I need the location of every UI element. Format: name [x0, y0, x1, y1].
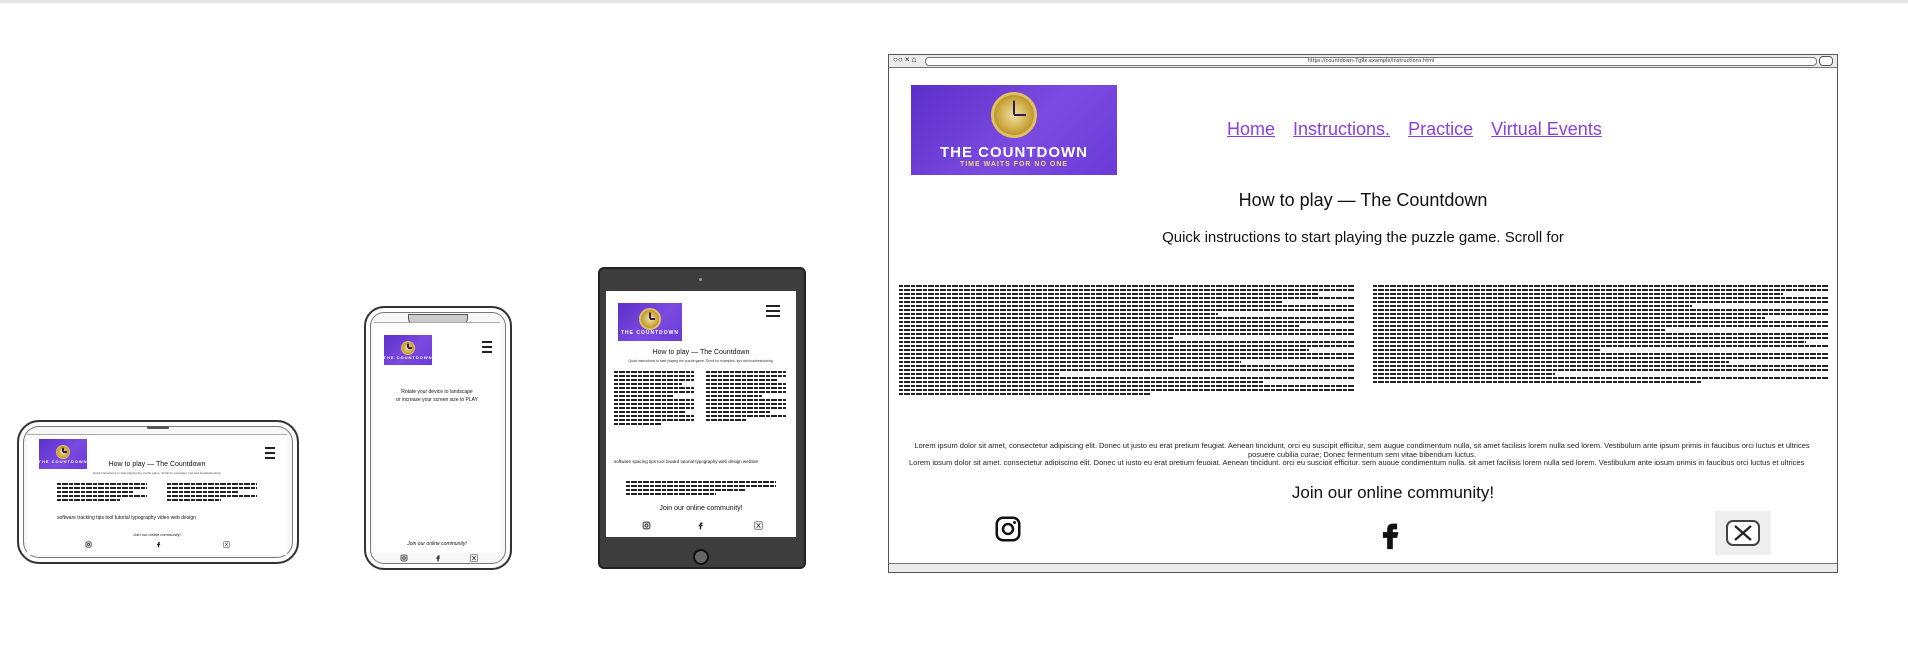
- lorem-paragraph-cutoff: Lorem ipsum dolor sit amet, consectetur …: [909, 458, 1805, 465]
- instagram-icon[interactable]: [993, 514, 1023, 544]
- logo[interactable]: THE COUNTDOWN TIME WAITS FOR NO ONE: [911, 85, 1117, 175]
- phone-landscape-mockup: THE COUNTDOWN How to play — The Countdow…: [17, 420, 299, 564]
- browser-status-bar: [889, 563, 1837, 572]
- logo: THE COUNTDOWN: [39, 439, 87, 469]
- phone-portrait-screen: THE COUNTDOWN Rotate your device to land…: [374, 322, 500, 553]
- community-heading: Join our online community!: [133, 532, 181, 537]
- tablet-screen: THE COUNTDOWN How to play — The Countdow…: [606, 291, 796, 537]
- phone-portrait-mockup: THE COUNTDOWN Rotate your device to land…: [364, 306, 512, 570]
- clock-icon: [56, 444, 70, 459]
- community-heading: Join our online community!: [407, 541, 467, 547]
- menu-icon[interactable]: [766, 305, 780, 320]
- page-subtitle: Quick instructions to start playing the …: [1162, 229, 1564, 246]
- facebook-icon[interactable]: [434, 554, 442, 562]
- address-bar[interactable]: https://countdown-7g9x.example/instructi…: [925, 57, 1817, 66]
- x-twitter-icon[interactable]: [470, 554, 478, 562]
- instagram-icon[interactable]: [400, 554, 408, 562]
- instructions-column-right: [1373, 285, 1829, 385]
- nav-practice-link[interactable]: Practice: [1408, 119, 1473, 139]
- menu-icon[interactable]: [265, 447, 275, 462]
- tablet-mockup: THE COUNTDOWN How to play — The Countdow…: [598, 267, 806, 569]
- instructions-column-left: [57, 483, 147, 503]
- logo-title: THE COUNTDOWN: [39, 458, 87, 464]
- page-title: How to play — The Countdown: [1238, 190, 1488, 210]
- x-twitter-icon[interactable]: [1715, 511, 1771, 555]
- rotate-message-line1: Rotate your device to landscape: [401, 389, 473, 395]
- logo-title: THE COUNTDOWN: [384, 354, 432, 360]
- community-heading: Join our online community!: [659, 505, 743, 512]
- page-subtitle: Quick instructions to start playing the …: [92, 471, 222, 475]
- main-nav: Home Instructions. Practice Virtual Events: [1227, 119, 1602, 140]
- x-twitter-icon[interactable]: [223, 541, 230, 548]
- instructions-column-left: [899, 285, 1355, 397]
- page-title: How to play — The Countdown: [108, 461, 206, 468]
- page-subtitle: Quick instructions to start playing the …: [628, 359, 774, 363]
- logo-title: THE COUNTDOWN: [621, 330, 679, 336]
- nav-instructions-link[interactable]: Instructions.: [1293, 119, 1390, 139]
- clock-icon: [639, 308, 661, 330]
- logo: THE COUNTDOWN: [618, 303, 682, 341]
- logo-tagline: TIME WAITS FOR NO ONE: [959, 161, 1069, 168]
- facebook-icon[interactable]: [155, 541, 162, 548]
- instagram-icon[interactable]: [642, 521, 651, 530]
- facebook-icon[interactable]: [1373, 518, 1407, 552]
- menu-icon[interactable]: [482, 341, 492, 356]
- tag-cloud: software spacing tips tool toward tutori…: [614, 459, 759, 464]
- clock-icon: [991, 92, 1037, 138]
- instructions-column-right: [167, 483, 257, 503]
- instructions-footer-text: [626, 481, 776, 497]
- browser-nav-buttons[interactable]: ○○ × ⌂: [893, 56, 917, 64]
- browser-toolbar: ○○ × ⌂ https://countdown-7g9x.example/in…: [889, 55, 1837, 68]
- phone-landscape-screen: THE COUNTDOWN How to play — The Countdow…: [27, 434, 287, 555]
- instructions-column-left: [614, 371, 694, 427]
- rotate-message-line2: or increase your screen size to PLAY: [396, 397, 478, 403]
- community-heading: Join our online community!: [1291, 483, 1495, 502]
- tablet-home-button[interactable]: [693, 549, 709, 565]
- browser-menu-button[interactable]: [1819, 56, 1833, 66]
- phone-landscape-speaker: [147, 426, 169, 429]
- instagram-icon[interactable]: [85, 541, 92, 548]
- logo: THE COUNTDOWN: [384, 335, 432, 365]
- page-title: How to play — The Countdown: [652, 349, 750, 356]
- desktop-browser-mockup: ○○ × ⌂ https://countdown-7g9x.example/in…: [888, 54, 1838, 573]
- tag-cloud: software tracking tips tool tutorial typ…: [57, 515, 196, 521]
- facebook-icon[interactable]: [696, 521, 705, 530]
- nav-virtual-events-link[interactable]: Virtual Events: [1491, 119, 1602, 139]
- clock-icon: [401, 340, 415, 355]
- logo-title: THE COUNTDOWN: [940, 144, 1088, 161]
- nav-home-link[interactable]: Home: [1227, 119, 1275, 139]
- instructions-column-right: [706, 371, 786, 423]
- lorem-paragraph: Lorem ipsum dolor sit amet, consectetur …: [914, 441, 1810, 459]
- tablet-camera: [699, 278, 702, 281]
- top-rule: [0, 0, 1908, 3]
- x-twitter-icon[interactable]: [754, 521, 763, 530]
